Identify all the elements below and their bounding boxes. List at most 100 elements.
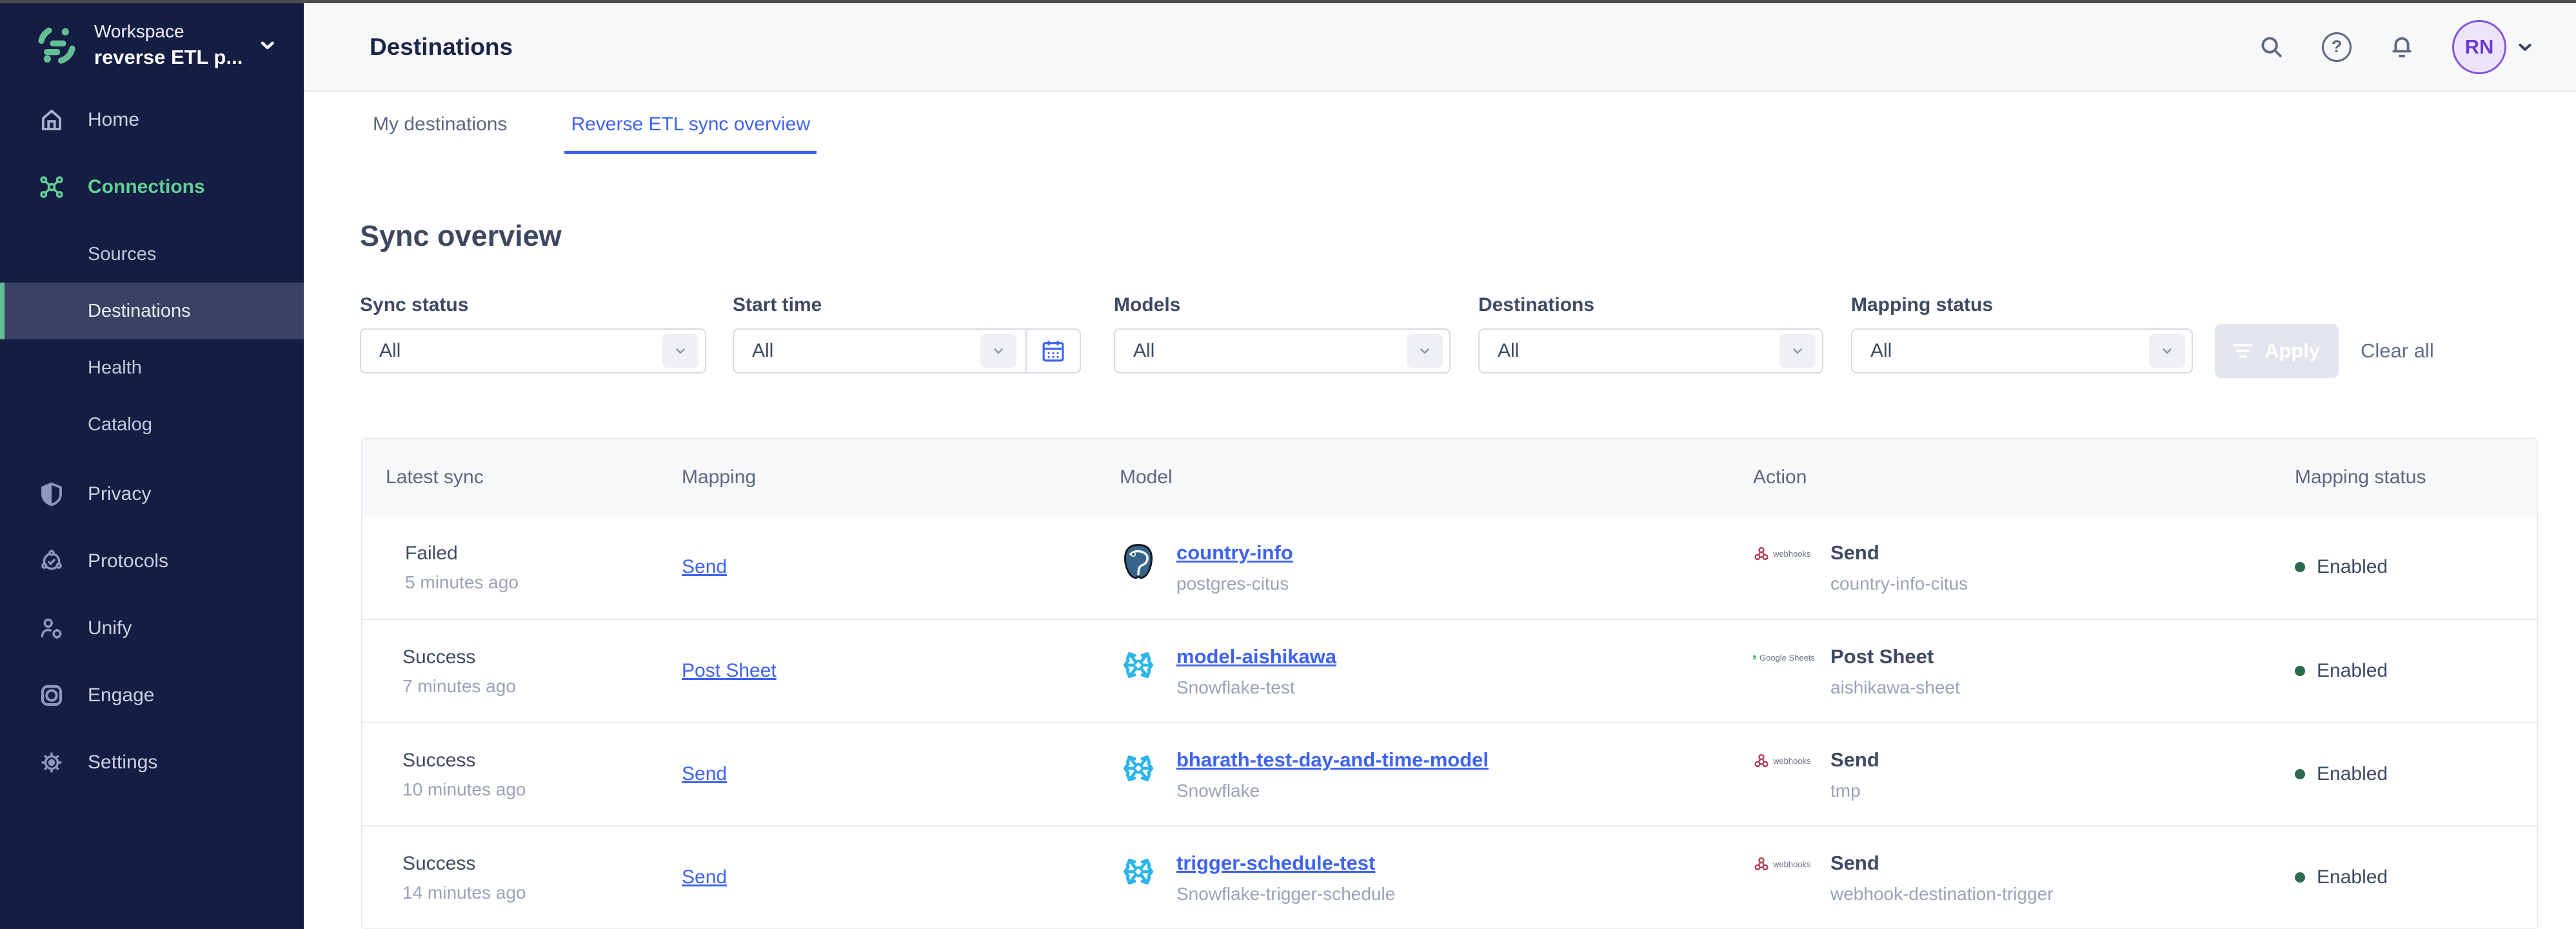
page-title: Destinations xyxy=(370,34,513,61)
sidebar-item-settings[interactable]: Settings xyxy=(0,729,304,796)
sync-status: Success xyxy=(402,645,516,670)
column-latest-sync: Latest sync xyxy=(386,466,682,488)
action-destination: country-info-citus xyxy=(1830,574,1968,594)
avatar[interactable]: RN xyxy=(2452,20,2506,74)
chevron-down-icon xyxy=(2515,37,2535,57)
clear-all-link[interactable]: Clear all xyxy=(2361,339,2434,363)
sidebar-item-label: Privacy xyxy=(88,483,151,505)
sidebar-item-label: Connections xyxy=(88,176,205,198)
chevron-down-icon xyxy=(1779,334,1816,368)
sidebar-item-health[interactable]: Health xyxy=(0,339,304,396)
action-name: Send xyxy=(1830,747,1879,773)
engage-icon xyxy=(37,681,66,710)
mapping-link[interactable]: Send xyxy=(682,763,727,784)
sidebar-item-label: Engage xyxy=(88,684,154,706)
column-model: Model xyxy=(1120,466,1753,488)
model-link[interactable]: trigger-schedule-test xyxy=(1176,852,1375,874)
sidebar-item-connections[interactable]: Connections xyxy=(0,154,304,221)
start-time-select[interactable]: All xyxy=(733,328,1081,374)
sidebar-item-protocols[interactable]: Protocols xyxy=(0,528,304,595)
section-title: Sync overview xyxy=(360,218,2576,254)
destination-brand-label: webhooks xyxy=(1773,756,1811,766)
destination-brand-label: webhooks xyxy=(1773,549,1811,559)
column-mapping: Mapping xyxy=(682,466,1120,488)
sidebar-item-label: Home xyxy=(88,109,139,131)
enabled-dot-icon xyxy=(2295,872,2305,883)
mapping-status-value: Enabled xyxy=(2317,660,2388,682)
mapping-link[interactable]: Post Sheet xyxy=(682,660,777,681)
sidebar-item-sources[interactable]: Sources xyxy=(0,226,304,283)
window-top-edge xyxy=(0,0,2576,3)
sidebar-item-label: Protocols xyxy=(88,550,168,572)
chevron-down-icon xyxy=(662,334,698,368)
tab-my-destinations[interactable]: My destinations xyxy=(366,92,513,157)
tab-bar: My destinations Reverse ETL sync overvie… xyxy=(304,92,2576,157)
rudderstack-logo-icon xyxy=(36,25,77,66)
column-action: Action xyxy=(1753,466,2295,488)
model-link[interactable]: country-info xyxy=(1176,541,1293,564)
sidebar-item-label: Settings xyxy=(88,752,157,774)
action-name: Post Sheet xyxy=(1830,644,1960,670)
enabled-dot-icon xyxy=(2295,769,2305,779)
model-link[interactable]: bharath-test-day-and-time-model xyxy=(1176,748,1489,771)
enabled-dot-icon xyxy=(2295,562,2305,572)
model-link[interactable]: model-aishikawa xyxy=(1176,645,1336,668)
mapping-link[interactable]: Send xyxy=(682,556,727,577)
mapping-link[interactable]: Send xyxy=(682,866,727,888)
chevron-down-icon xyxy=(980,334,1016,368)
calendar-icon-button[interactable] xyxy=(1025,330,1080,372)
tab-reverse-etl-sync-overview[interactable]: Reverse ETL sync overview xyxy=(564,92,817,157)
workspace-name: reverse ETL p... xyxy=(94,46,241,68)
filter-label-destinations: Destinations xyxy=(1478,294,1823,317)
models-select[interactable]: All xyxy=(1114,328,1451,374)
workspace-switcher[interactable]: Workspace reverse ETL p... xyxy=(0,3,304,86)
help-icon[interactable]: ? xyxy=(2322,32,2352,62)
webhooks-icon xyxy=(1753,545,1770,562)
sidebar-item-engage[interactable]: Engage xyxy=(0,662,304,729)
destinations-select[interactable]: All xyxy=(1478,328,1823,374)
sidebar: Workspace reverse ETL p... Home xyxy=(0,0,304,929)
sidebar-item-destinations[interactable]: Destinations xyxy=(0,283,304,339)
destination-brand-label: Google Sheets xyxy=(1759,653,1815,663)
shield-icon xyxy=(37,480,66,508)
calendar-icon xyxy=(1040,337,1067,365)
postgresql-icon xyxy=(1120,543,1157,580)
filter-label-mapping-status: Mapping status xyxy=(1851,294,2193,317)
action-destination: webhook-destination-trigger xyxy=(1830,884,2054,904)
user-menu[interactable]: RN xyxy=(2452,20,2535,74)
user-gear-icon xyxy=(37,614,66,643)
model-source: Snowflake xyxy=(1176,781,1489,801)
sync-status: Success xyxy=(402,852,526,876)
mapping-status-select[interactable]: All xyxy=(1851,328,2193,374)
mapping-status-value: Enabled xyxy=(2317,556,2388,578)
sidebar-item-unify[interactable]: Unify xyxy=(0,595,304,662)
model-source: postgres-citus xyxy=(1176,574,1293,594)
sync-status-select[interactable]: All xyxy=(360,328,706,374)
filter-label-sync-status: Sync status xyxy=(360,294,706,317)
sidebar-item-privacy[interactable]: Privacy xyxy=(0,461,304,528)
snowflake-icon xyxy=(1120,853,1157,890)
table-row: Failed 5 minutes ago Send co xyxy=(362,515,2537,619)
enabled-dot-icon xyxy=(2295,666,2305,676)
search-icon[interactable] xyxy=(2256,32,2287,63)
sync-time: 10 minutes ago xyxy=(402,779,526,800)
action-name: Send xyxy=(1830,850,2054,876)
chevron-down-icon xyxy=(2149,334,2185,368)
mapping-status-value: Enabled xyxy=(2317,866,2388,888)
action-destination: tmp xyxy=(1830,781,1879,801)
snowflake-icon xyxy=(1120,750,1157,787)
sync-time: 5 minutes ago xyxy=(405,572,519,593)
apply-button[interactable]: Apply xyxy=(2215,324,2339,378)
notifications-bell-icon[interactable] xyxy=(2386,32,2417,63)
sidebar-item-catalog[interactable]: Catalog xyxy=(0,396,304,453)
app-window: Workspace reverse ETL p... Home xyxy=(0,0,2576,929)
table-header-row: Latest sync Mapping Model Action Mapping… xyxy=(362,439,2537,515)
snowflake-icon xyxy=(1120,646,1157,684)
column-mapping-status: Mapping status xyxy=(2295,466,2537,488)
table-row: Success 10 minutes ago Send xyxy=(362,722,2537,825)
sidebar-item-home[interactable]: Home xyxy=(0,86,304,154)
content: Sync overview Sync status All Start time… xyxy=(304,157,2576,929)
filter-label-start-time: Start time xyxy=(733,294,1081,317)
main-area: Destinations ? RN xyxy=(304,0,2576,929)
action-destination: aishikawa-sheet xyxy=(1830,677,1960,698)
